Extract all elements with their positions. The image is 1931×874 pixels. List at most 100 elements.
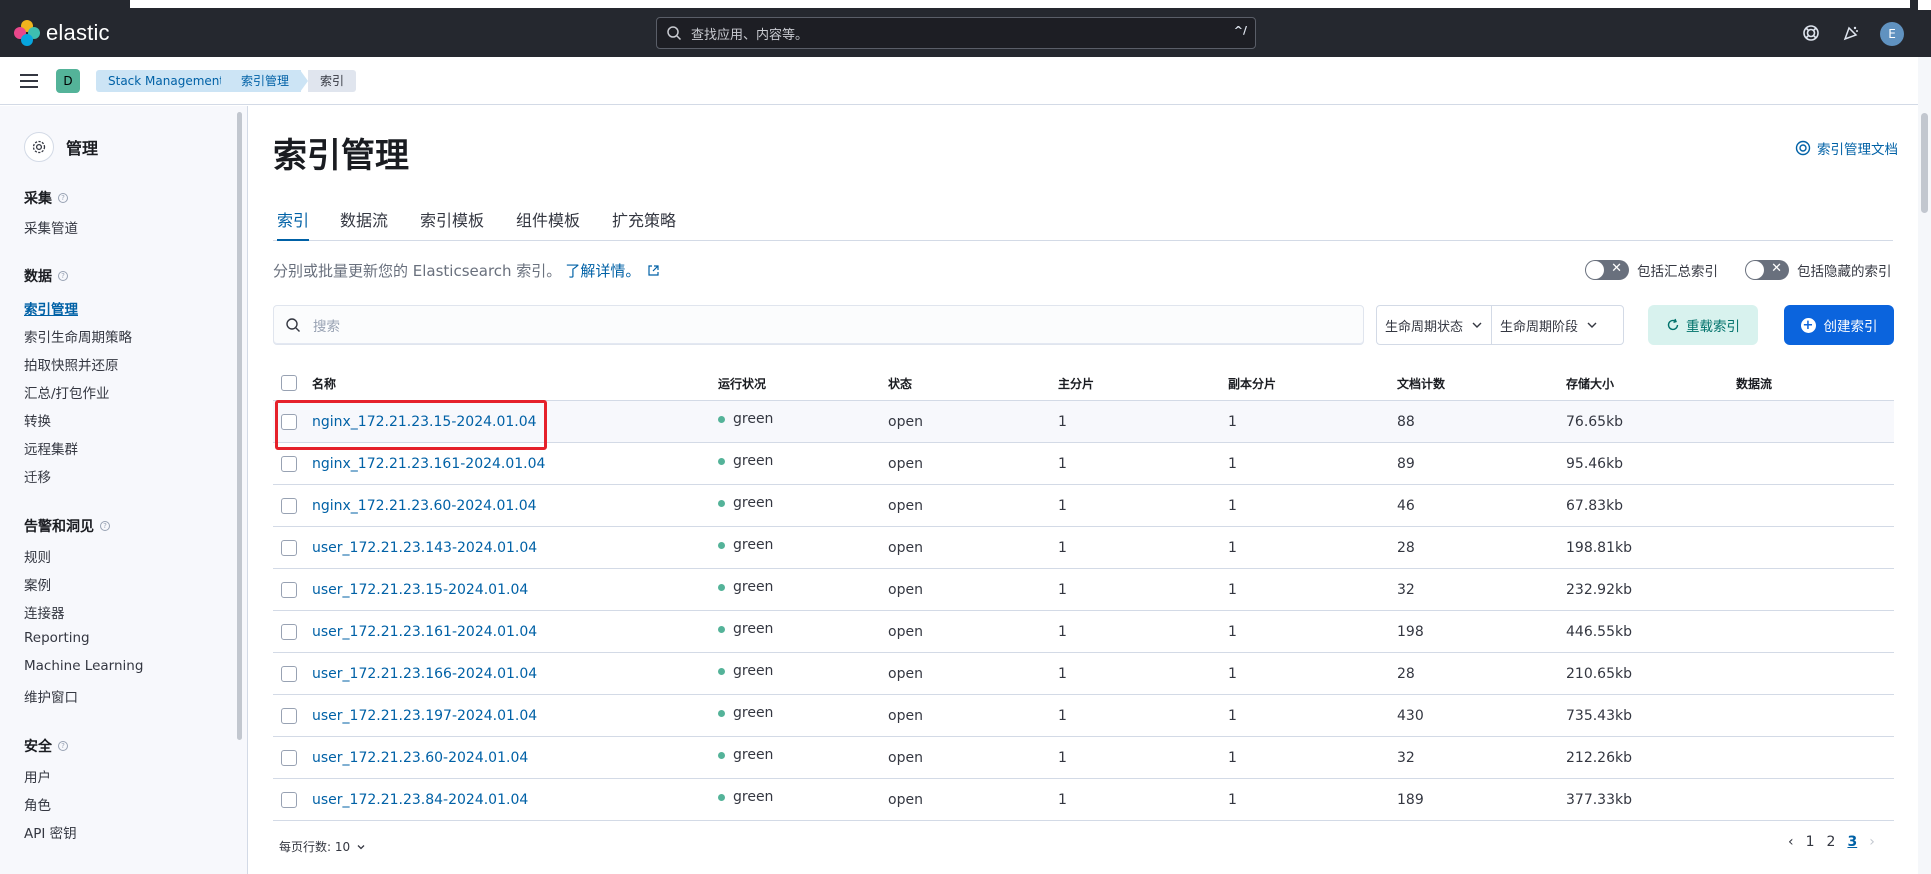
row-checkbox[interactable] [281, 456, 297, 472]
table-row[interactable]: user_172.21.23.161-2024.01.04 green open 1 1… [273, 611, 1894, 653]
sidebar-item-transforms[interactable]: 转换 [24, 410, 51, 430]
sidebar-item-api-keys[interactable]: API 密钥 [24, 822, 77, 842]
sidebar-item-users[interactable]: 用户 [24, 766, 51, 786]
table-row[interactable]: user_172.21.23.166-2024.01.04 green open 1 1… [273, 653, 1894, 695]
sidebar-section-ingest: 采集? [24, 188, 68, 208]
page-3[interactable]: 3 [1847, 834, 1857, 850]
reload-indices-button[interactable]: 重载索引 [1648, 305, 1758, 345]
column-header-name[interactable]: 名称 [312, 375, 336, 392]
column-header-replica[interactable]: 副本分片 [1228, 375, 1276, 392]
row-checkbox[interactable] [281, 582, 297, 598]
health-cell: green [718, 705, 773, 721]
sidebar-item-rules[interactable]: 规则 [24, 546, 51, 566]
index-name-link[interactable]: nginx_172.21.23.60-2024.01.04 [312, 498, 537, 514]
sidebar-item-machine-learning[interactable]: Machine Learning [24, 658, 143, 674]
hidden-toggle-label: 包括隐藏的索引 [1797, 264, 1892, 280]
sidebar-item-index-management[interactable]: 索引管理 [24, 298, 78, 318]
chevron-left-icon[interactable]: ‹ [1788, 834, 1794, 850]
column-header-status[interactable]: 状态 [888, 375, 912, 392]
tab-enrich-policies[interactable]: 扩充策略 [612, 207, 676, 241]
table-row[interactable]: nginx_172.21.23.15-2024.01.04 green open 1 1… [273, 400, 1894, 450]
breadcrumb-index-management[interactable]: 索引管理 [229, 70, 302, 92]
index-name-link[interactable]: nginx_172.21.23.161-2024.01.04 [312, 456, 545, 472]
external-link-icon [648, 265, 659, 276]
user-avatar[interactable]: E [1880, 22, 1904, 46]
tab-component-templates[interactable]: 组件模板 [516, 207, 580, 241]
column-header-primary[interactable]: 主分片 [1058, 375, 1094, 392]
sidebar-item-ingest-pipelines[interactable]: 采集管道 [24, 217, 78, 237]
tab-indices[interactable]: 索引 [277, 207, 310, 241]
table-row[interactable]: user_172.21.23.84-2024.01.04 green open 1 1 1… [273, 779, 1894, 821]
rollup-switch[interactable]: ✕ [1585, 260, 1629, 280]
health-cell: green [718, 789, 773, 805]
page-1[interactable]: 1 [1806, 834, 1815, 850]
table-row[interactable]: nginx_172.21.23.161-2024.01.04 green open 1… [273, 443, 1894, 485]
sidebar-item-snapshot-restore[interactable]: 拍取快照并还原 [24, 354, 119, 374]
storage-size-cell: 232.92kb [1566, 582, 1632, 598]
news-feed-icon[interactable] [1840, 22, 1862, 44]
breadcrumb-stack-management[interactable]: Stack Management [96, 70, 237, 92]
help-icon[interactable] [1800, 22, 1822, 44]
sidebar-item-rollup-jobs[interactable]: 汇总/打包作业 [24, 382, 110, 402]
tab-index-templates[interactable]: 索引模板 [420, 207, 484, 241]
learn-more-link[interactable]: 了解详情。 [565, 260, 640, 281]
sidebar-item-roles[interactable]: 角色 [24, 794, 51, 814]
index-name-link[interactable]: user_172.21.23.84-2024.01.04 [312, 792, 528, 808]
primary-shards-cell: 1 [1058, 708, 1067, 724]
index-name-link[interactable]: user_172.21.23.161-2024.01.04 [312, 624, 537, 640]
lifecycle-status-filter[interactable]: 生命周期状态 [1377, 306, 1491, 344]
row-checkbox[interactable] [281, 624, 297, 640]
menu-toggle-icon[interactable] [20, 74, 38, 88]
row-checkbox[interactable] [281, 666, 297, 682]
index-name-link[interactable]: user_172.21.23.166-2024.01.04 [312, 666, 537, 682]
sidebar-item-remote-clusters[interactable]: 远程集群 [24, 438, 78, 458]
column-header-storage-size[interactable]: 存储大小 [1566, 375, 1614, 392]
include-hidden-toggle[interactable]: ✕ 包括隐藏的索引 [1745, 260, 1892, 280]
tab-bar: 索引 数据流 索引模板 组件模板 扩充策略 [273, 199, 1893, 241]
table-row[interactable]: nginx_172.21.23.60-2024.01.04 green open 1 1… [273, 485, 1894, 527]
tab-data-streams[interactable]: 数据流 [340, 207, 388, 241]
table-row[interactable]: user_172.21.23.143-2024.01.04 green open 1 1… [273, 527, 1894, 569]
row-checkbox[interactable] [281, 750, 297, 766]
page-2[interactable]: 2 [1827, 834, 1836, 850]
sidebar-scrollbar[interactable] [237, 112, 242, 740]
sidebar-item-connectors[interactable]: 连接器 [24, 602, 65, 622]
index-name-link[interactable]: user_172.21.23.15-2024.01.04 [312, 582, 528, 598]
index-search-input[interactable]: 搜索 [273, 305, 1364, 345]
table-header: 名称 运行状况 状态 主分片 副本分片 文档计数 存储大小 数据流 [273, 363, 1894, 401]
row-checkbox[interactable] [281, 498, 297, 514]
page-scrollbar[interactable] [1918, 57, 1931, 874]
select-all-checkbox[interactable] [281, 375, 297, 391]
sidebar-item-migrate[interactable]: 迁移 [24, 466, 51, 486]
health-status-dot-icon [718, 625, 725, 633]
global-search-input[interactable]: 查找应用、内容等。 ^/ [656, 17, 1256, 49]
sidebar-item-cases[interactable]: 案例 [24, 574, 51, 594]
replica-shards-cell: 1 [1228, 498, 1237, 514]
include-rollup-toggle[interactable]: ✕ 包括汇总索引 [1585, 260, 1718, 280]
info-icon: ? [58, 741, 68, 751]
hidden-switch[interactable]: ✕ [1745, 260, 1789, 280]
health-cell: green [718, 453, 773, 469]
column-header-health[interactable]: 运行状况 [718, 375, 766, 392]
sidebar-item-reporting[interactable]: Reporting [24, 630, 90, 646]
row-checkbox[interactable] [281, 540, 297, 556]
index-name-link[interactable]: user_172.21.23.60-2024.01.04 [312, 750, 528, 766]
rows-per-page-select[interactable]: 每页行数: 10 [279, 838, 366, 855]
row-checkbox[interactable] [281, 708, 297, 724]
lifecycle-phase-filter[interactable]: 生命周期阶段 [1491, 306, 1606, 344]
index-name-link[interactable]: user_172.21.23.143-2024.01.04 [312, 540, 537, 556]
create-index-button[interactable]: + 创建索引 [1784, 305, 1894, 345]
table-row[interactable]: user_172.21.23.15-2024.01.04 green open 1 1 3… [273, 569, 1894, 611]
row-checkbox[interactable] [281, 792, 297, 808]
docs-link[interactable]: 索引管理文档 [1795, 138, 1898, 158]
space-avatar[interactable]: D [56, 69, 80, 93]
column-header-docs-count[interactable]: 文档计数 [1397, 375, 1445, 392]
table-row[interactable]: user_172.21.23.197-2024.01.04 green open 1 1… [273, 695, 1894, 737]
elastic-logo[interactable]: elastic [14, 20, 110, 46]
table-row[interactable]: user_172.21.23.60-2024.01.04 green open 1 1 3… [273, 737, 1894, 779]
sidebar-item-ilm-policies[interactable]: 索引生命周期策略 [24, 326, 132, 346]
sidebar-item-maintenance-windows[interactable]: 维护窗口 [24, 686, 78, 706]
column-header-data-stream[interactable]: 数据流 [1736, 375, 1772, 392]
index-name-link[interactable]: user_172.21.23.197-2024.01.04 [312, 708, 537, 724]
primary-shards-cell: 1 [1058, 666, 1067, 682]
